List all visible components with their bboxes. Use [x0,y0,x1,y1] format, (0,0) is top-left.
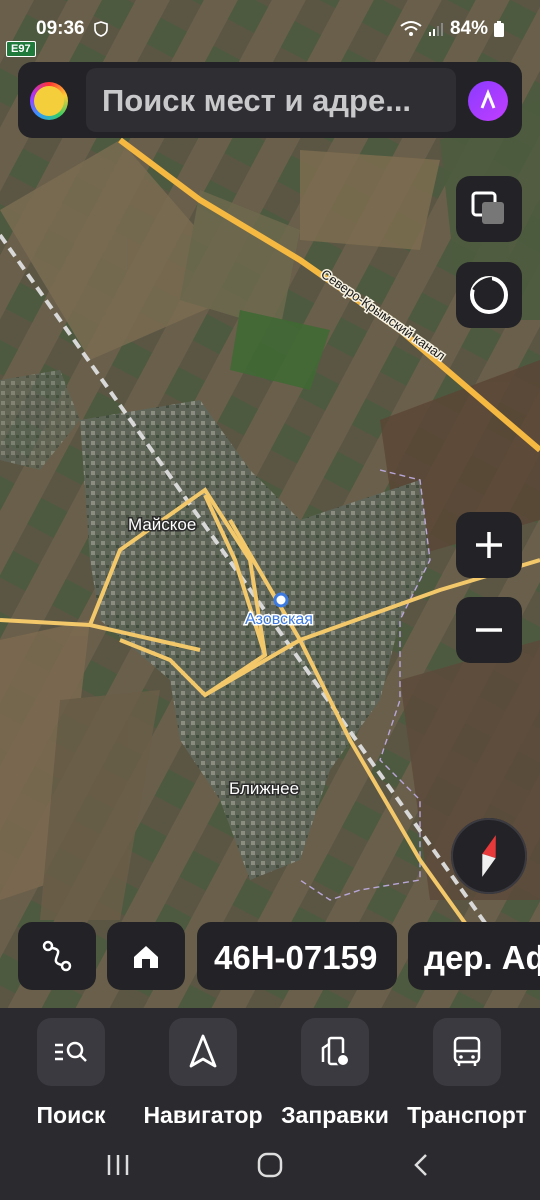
wifi-icon [400,21,422,36]
tab-label: Поиск [36,1102,106,1128]
plus-icon [476,532,502,558]
compass-icon [451,818,527,894]
battery-icon [494,21,504,37]
layers-icon [471,191,504,224]
shield-icon [94,21,108,37]
fuel-station-icon [301,1018,369,1086]
station-pin[interactable] [273,592,289,608]
home-button[interactable] [107,922,185,990]
search-list-icon [37,1018,105,1086]
zoom-out-button[interactable] [456,597,522,663]
status-bar: 09:36 84% [0,0,540,58]
tab-label: Транспорт [407,1102,527,1128]
route-button[interactable] [18,922,96,990]
search-bar: Поиск мест и адре... [18,62,522,138]
voice-assistant-button[interactable] [468,81,508,121]
place-chip[interactable]: дер. Аф [408,922,540,990]
system-nav-bar [0,1130,540,1200]
road-number-chip[interactable]: 46H-07159 [197,922,397,990]
route-icon [42,940,72,972]
navigation-arrow-icon [169,1018,237,1086]
place-chip-text: дер. Аф [424,939,540,976]
tab-label: Заправки [281,1102,389,1128]
location-mode-button[interactable] [456,262,522,328]
clock: 09:36 [36,18,85,39]
bus-icon [433,1018,501,1086]
search-placeholder: Поиск мест и адре... [102,83,412,118]
road-badge: E97 [6,41,36,57]
road-number-text: 46H-07159 [214,939,378,976]
back-icon[interactable] [408,1152,436,1178]
layers-button[interactable] [456,176,522,242]
home-icon [134,946,158,968]
emoji-face-icon [34,86,64,116]
search-input[interactable]: Поиск мест и адре... [86,68,456,132]
battery-percent: 84% [449,18,488,39]
assistant-icon [480,88,496,109]
village-label-mayskoe[interactable]: Майское [127,514,198,536]
circle-icon [470,276,508,314]
minus-icon [476,628,502,632]
home-nav-icon[interactable] [256,1152,284,1178]
recent-apps-icon[interactable] [104,1152,132,1178]
compass-button[interactable] [451,818,527,894]
tab-label: Навигатор [143,1102,263,1128]
zoom-in-button[interactable] [456,512,522,578]
user-avatar[interactable] [30,82,68,120]
station-label-azovskaya[interactable]: Азовская [244,610,315,630]
signal-icon [428,23,443,36]
village-label-blizhnee[interactable]: Ближнее [228,778,301,800]
